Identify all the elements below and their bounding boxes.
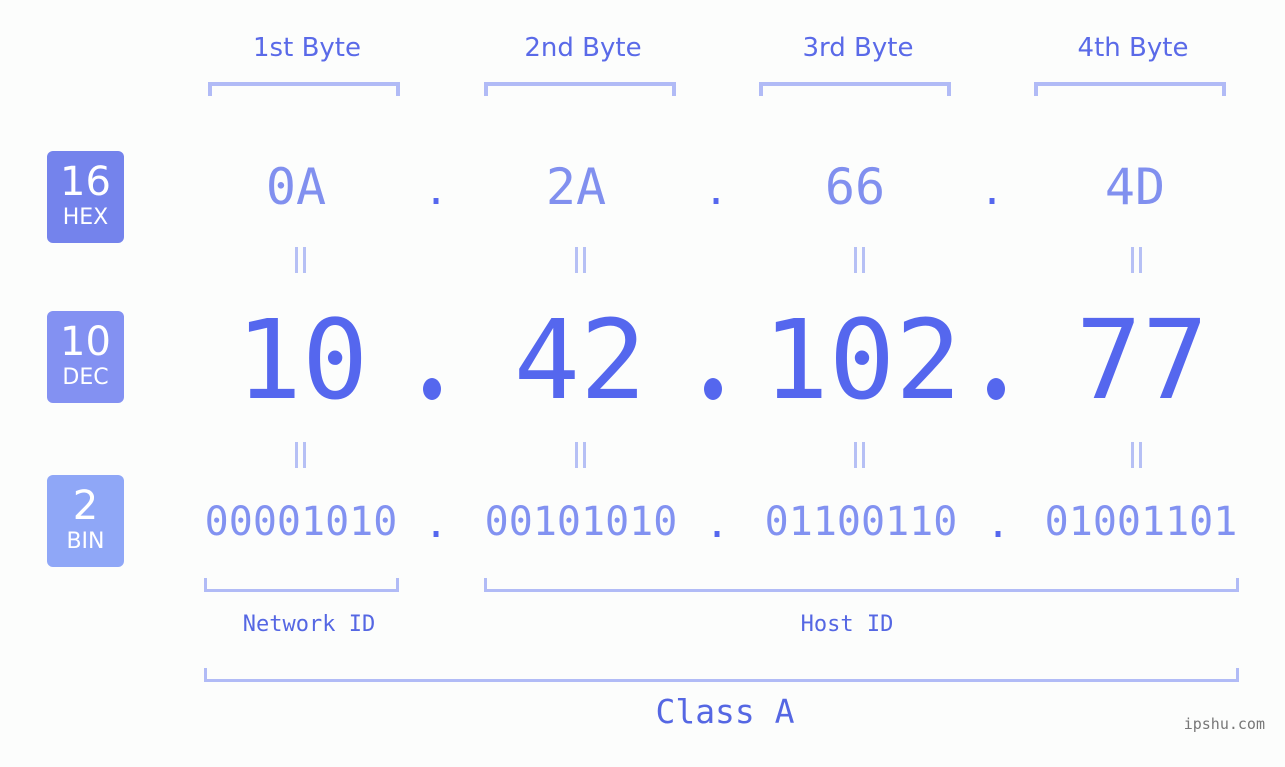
hex-value-3: 66 — [824, 158, 886, 216]
hex-separator-2: . — [704, 168, 729, 214]
hex-badge: 16 HEX — [47, 151, 124, 243]
bin-separator-3: . — [986, 501, 1011, 547]
byte-bracket-1 — [208, 82, 400, 96]
dec-separator-1 — [423, 378, 441, 400]
watermark: ipshu.com — [1183, 715, 1265, 733]
dec-value-1: 10 — [235, 296, 369, 424]
bin-separator-2: . — [705, 501, 730, 547]
network-id-bracket — [204, 578, 399, 592]
bin-value-4: 01001101 — [1044, 499, 1238, 545]
hex-value-2: 2A — [545, 158, 607, 216]
dec-separator-2 — [704, 378, 722, 400]
equals-icon — [572, 442, 588, 468]
hex-badge-number: 16 — [60, 159, 111, 205]
equals-icon — [572, 247, 588, 273]
network-id-label: Network ID — [242, 612, 376, 637]
bin-badge: 2 BIN — [47, 475, 124, 567]
dec-badge: 10 DEC — [47, 311, 124, 403]
byte-header-3: 3rd Byte — [802, 33, 914, 63]
hex-badge-unit: HEX — [62, 205, 109, 230]
byte-header-2: 2nd Byte — [524, 33, 642, 63]
dec-badge-number: 10 — [60, 319, 111, 365]
byte-bracket-4 — [1034, 82, 1226, 96]
class-label: Class A — [655, 692, 795, 731]
byte-bracket-2 — [484, 82, 676, 96]
host-id-label: Host ID — [800, 612, 894, 637]
dec-badge-unit: DEC — [62, 365, 109, 390]
bin-badge-unit: BIN — [66, 529, 105, 554]
byte-header-1: 1st Byte — [253, 33, 361, 63]
equals-icon — [1128, 247, 1144, 273]
byte-bracket-3 — [759, 82, 951, 96]
equals-icon — [1128, 442, 1144, 468]
equals-icon — [851, 442, 867, 468]
equals-icon — [292, 247, 308, 273]
host-id-bracket — [484, 578, 1239, 592]
equals-icon — [851, 247, 867, 273]
dec-value-4: 77 — [1075, 296, 1209, 424]
hex-separator-1: . — [424, 168, 449, 214]
class-bracket — [204, 668, 1239, 682]
bin-value-2: 00101010 — [484, 499, 678, 545]
hex-value-1: 0A — [265, 158, 327, 216]
byte-header-4: 4th Byte — [1077, 33, 1189, 63]
hex-value-4: 4D — [1104, 158, 1166, 216]
dec-value-2: 42 — [513, 296, 647, 424]
bin-badge-number: 2 — [72, 483, 99, 529]
dec-separator-3 — [987, 378, 1005, 400]
bin-separator-1: . — [424, 501, 449, 547]
bin-value-1: 00001010 — [204, 499, 398, 545]
bin-value-3: 01100110 — [764, 499, 958, 545]
dec-value-3: 102 — [762, 296, 962, 424]
equals-icon — [292, 442, 308, 468]
hex-separator-3: . — [980, 168, 1005, 214]
